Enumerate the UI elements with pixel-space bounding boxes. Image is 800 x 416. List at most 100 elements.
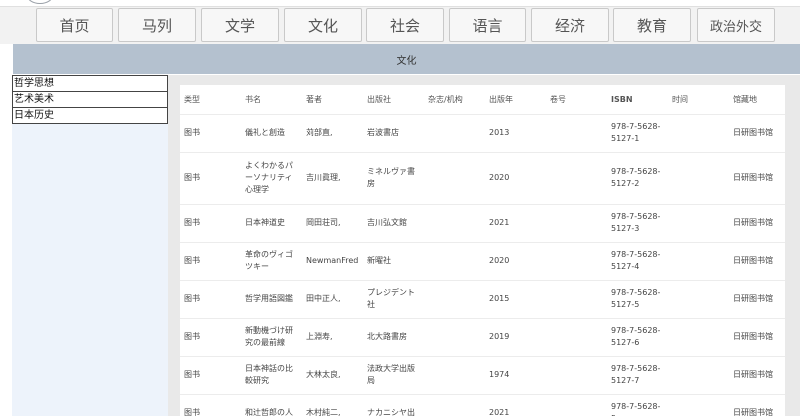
header-type: 类型 — [180, 85, 241, 115]
cell-location: 日研图书馆 — [729, 356, 785, 395]
table-row[interactable]: 图书 新動機づけ研究の最前線 上淵寿, 北大路書房 2019 978-7-562… — [180, 318, 785, 357]
cell-publisher: ミネルヴァ書房 — [363, 152, 424, 205]
table-header-row: 类型 书名 著者 出版社 杂志/机构 出版年 卷号 ISBN 时间 馆藏地 — [180, 85, 785, 115]
cell-journal — [424, 280, 485, 319]
cell-isbn: 978-7-5628-5127-4 — [607, 242, 668, 281]
sidebar-item-japanese-history[interactable]: 日本历史 — [12, 107, 168, 124]
cell-title: 日本神話の比較研究 — [241, 356, 302, 395]
cell-journal — [424, 356, 485, 395]
header-year: 出版年 — [485, 85, 546, 115]
header-publisher: 出版社 — [363, 85, 424, 115]
cell-title: 日本神道史 — [241, 204, 302, 243]
cell-title: よくわかるパーソナリティ心理学 — [241, 152, 302, 205]
table-row[interactable]: 图书 革命のヴィゴツキー NewmanFred 新曜社 2020 978-7-5… — [180, 242, 785, 281]
cell-title: 新動機づけ研究の最前線 — [241, 318, 302, 357]
cell-time — [668, 394, 729, 416]
cell-author: NewmanFred — [302, 242, 363, 281]
header-volume: 卷号 — [546, 85, 607, 115]
cell-volume — [546, 280, 607, 319]
cell-type: 图书 — [180, 152, 241, 205]
nav-item-language[interactable]: 语言 — [449, 8, 526, 42]
cell-volume — [546, 152, 607, 205]
cell-time — [668, 114, 729, 153]
cell-author: 大林太良, — [302, 356, 363, 395]
cell-location: 日研图书馆 — [729, 204, 785, 243]
cell-type: 图书 — [180, 114, 241, 153]
cell-year: 2019 — [485, 318, 546, 357]
nav-item-society[interactable]: 社会 — [366, 8, 444, 42]
nav-item-economy[interactable]: 经济 — [531, 8, 609, 42]
cell-journal — [424, 204, 485, 243]
cell-time — [668, 242, 729, 281]
cell-isbn: 978-7-5628-5127-5 — [607, 280, 668, 319]
header-isbn: ISBN — [607, 85, 668, 115]
cell-publisher: 岩波書店 — [363, 114, 424, 153]
table-row[interactable]: 图书 哲学用語図鑑 田中正人, プレジデント社 2015 978-7-5628-… — [180, 280, 785, 319]
cell-isbn: 978-7-5628-5127-6 — [607, 318, 668, 357]
cell-year: 2020 — [485, 242, 546, 281]
cell-title: 儀礼と創造 — [241, 114, 302, 153]
cell-time — [668, 152, 729, 205]
cell-type: 图书 — [180, 280, 241, 319]
category-sidebar: 哲学思想 艺术美术 日本历史 — [12, 75, 168, 416]
cell-title: 哲学用語図鑑 — [241, 280, 302, 319]
cell-type: 图书 — [180, 242, 241, 281]
cell-location: 日研图书馆 — [729, 394, 785, 416]
section-title: 文化 — [396, 55, 417, 67]
cell-year: 2021 — [485, 394, 546, 416]
cell-type: 图书 — [180, 356, 241, 395]
cell-author: 田中正人, — [302, 280, 363, 319]
cell-volume — [546, 356, 607, 395]
cell-isbn: 978-7-5628-5127-2 — [607, 152, 668, 205]
cell-type: 图书 — [180, 394, 241, 416]
cell-volume — [546, 242, 607, 281]
nav-item-culture[interactable]: 文化 — [284, 8, 362, 42]
cell-year: 2013 — [485, 114, 546, 153]
cell-volume — [546, 394, 607, 416]
cell-journal — [424, 242, 485, 281]
section-title-banner: 文化 — [13, 44, 800, 74]
cell-publisher: 法政大学出版局 — [363, 356, 424, 395]
content-area: 类型 书名 著者 出版社 杂志/机构 出版年 卷号 ISBN 时间 馆藏地 图书… — [168, 75, 800, 416]
cell-year: 2015 — [485, 280, 546, 319]
cell-journal — [424, 394, 485, 416]
nav-item-politics-diplomacy[interactable]: 政治外交 — [697, 8, 775, 42]
cell-location: 日研图书馆 — [729, 242, 785, 281]
header-journal: 杂志/机构 — [424, 85, 485, 115]
table-row[interactable]: 图书 儀礼と創造 苅部直, 岩波書店 2013 978-7-5628-5127-… — [180, 114, 785, 153]
cell-journal — [424, 318, 485, 357]
table-row[interactable]: 图书 和辻哲郎の人 木村純二, ナカニシヤ出 2021 978-7-5628-5… — [180, 394, 785, 416]
nav-item-literature[interactable]: 文学 — [201, 8, 279, 42]
cell-year: 2020 — [485, 152, 546, 205]
cell-publisher: ナカニシヤ出 — [363, 394, 424, 416]
cell-author: 吉川眞理, — [302, 152, 363, 205]
header-location: 馆藏地 — [729, 85, 785, 115]
cell-title: 和辻哲郎の人 — [241, 394, 302, 416]
cell-publisher: 新曜社 — [363, 242, 424, 281]
cell-publisher: 北大路書房 — [363, 318, 424, 357]
table-row[interactable]: 图书 日本神道史 岡田荘司, 吉川弘文館 2021 978-7-5628-512… — [180, 204, 785, 243]
book-table: 类型 书名 著者 出版社 杂志/机构 出版年 卷号 ISBN 时间 馆藏地 图书… — [180, 85, 785, 416]
header-title: 书名 — [241, 85, 302, 115]
site-logo — [26, 0, 54, 4]
nav-item-home[interactable]: 首页 — [36, 8, 113, 42]
sidebar-item-art[interactable]: 艺术美术 — [12, 91, 168, 108]
cell-time — [668, 318, 729, 357]
nav-item-marxism[interactable]: 马列 — [118, 8, 196, 42]
sidebar-item-philosophy[interactable]: 哲学思想 — [12, 75, 168, 92]
cell-publisher: プレジデント社 — [363, 280, 424, 319]
cell-isbn: 978-7-5628-5127-1 — [607, 114, 668, 153]
header-time: 时间 — [668, 85, 729, 115]
cell-author: 上淵寿, — [302, 318, 363, 357]
nav-item-education[interactable]: 教育 — [613, 8, 691, 42]
cell-location: 日研图书馆 — [729, 152, 785, 205]
cell-isbn: 978-7-5628-5127-3 — [607, 204, 668, 243]
table-row[interactable]: 图书 日本神話の比較研究 大林太良, 法政大学出版局 1974 978-7-56… — [180, 356, 785, 395]
table-row[interactable]: 图书 よくわかるパーソナリティ心理学 吉川眞理, ミネルヴァ書房 2020 97… — [180, 152, 785, 205]
cell-title: 革命のヴィゴツキー — [241, 242, 302, 281]
cell-year: 2021 — [485, 204, 546, 243]
cell-time — [668, 280, 729, 319]
cell-journal — [424, 114, 485, 153]
cell-location: 日研图书馆 — [729, 318, 785, 357]
cell-journal — [424, 152, 485, 205]
